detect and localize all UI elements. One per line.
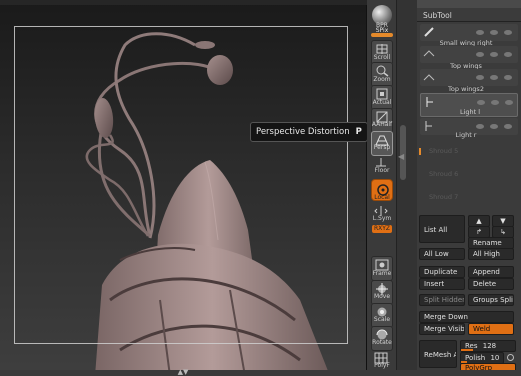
expand-tray-icon[interactable]: ▲▼: [170, 368, 196, 376]
bottom-tray: [0, 370, 521, 376]
subtool-row-3[interactable]: [420, 69, 518, 86]
remesh-all-button[interactable]: ReMesh All: [419, 340, 457, 368]
aahalf-label: AAHalf: [371, 121, 393, 128]
res-fill: [461, 349, 473, 351]
all-low-button[interactable]: All Low: [419, 248, 465, 260]
spix-slider[interactable]: [371, 33, 393, 37]
tooltip-shortcut: P: [355, 127, 362, 137]
eye-icon[interactable]: [504, 52, 512, 57]
rotate-label: Rotate: [372, 339, 392, 346]
list-all-button[interactable]: List All: [419, 215, 465, 243]
polish-toggle-icon[interactable]: [507, 354, 514, 361]
visibility-icon[interactable]: [476, 52, 484, 57]
zoom-button[interactable]: [371, 62, 393, 87]
arrow-down-icon: ▼: [500, 217, 506, 225]
subtool-thumb-icon: [423, 50, 435, 57]
subtool-name-4: Light l: [459, 108, 481, 116]
scroll-label: Scroll: [373, 54, 391, 61]
merge-down-button[interactable]: Merge Down: [419, 311, 514, 323]
subtool-empty-slot: Shroud 5: [429, 147, 459, 155]
arrow-corner-icon: ↱: [476, 228, 482, 236]
polypaint-icon[interactable]: [490, 30, 498, 35]
scale-label: Scale: [373, 316, 391, 323]
eye-icon[interactable]: [504, 124, 512, 129]
arrow-corner-icon: ↳: [500, 228, 506, 236]
collapse-arrow-icon[interactable]: ◀: [398, 152, 404, 161]
insert-button[interactable]: Insert: [419, 278, 465, 290]
xyz-button[interactable]: RXYZ: [372, 225, 392, 233]
subtool-panel: SubTool Small wing right Top wings Top w…: [417, 0, 521, 372]
floor-label: Floor: [374, 167, 390, 174]
polish-label: Polish: [465, 354, 486, 362]
polypaint-icon[interactable]: [491, 100, 499, 105]
subtool-row-2[interactable]: [420, 46, 518, 63]
frame-label: Frame: [372, 270, 392, 277]
delete-button[interactable]: Delete: [468, 278, 514, 290]
subtool-thumb-icon: [426, 97, 433, 107]
zoom-label: Zoom: [373, 76, 391, 83]
subtool-empty-slot: Shroud 7: [429, 193, 459, 201]
visibility-icon[interactable]: [476, 124, 484, 129]
split-hidden-button[interactable]: Split Hidden: [419, 294, 465, 306]
panel-scroll-gutter: [397, 0, 417, 370]
explorer-header: [417, 0, 521, 8]
subtool-name-3: Top wings2: [448, 85, 484, 93]
actual-button[interactable]: [371, 85, 393, 110]
eye-icon[interactable]: [504, 75, 512, 80]
polypaint-icon[interactable]: [490, 124, 498, 129]
eye-icon[interactable]: [505, 100, 513, 105]
visibility-icon[interactable]: [476, 75, 484, 80]
eye-icon[interactable]: [504, 30, 512, 35]
subtool-title[interactable]: SubTool: [423, 11, 452, 20]
title-divider: [417, 21, 521, 22]
tooltip: Perspective Distortion P: [250, 122, 368, 142]
right-shelf: BPR SPix Scroll Zoom Actual AAHalf Persp…: [367, 0, 397, 370]
res-slider[interactable]: Res 128: [460, 340, 516, 352]
subtool-empty-slot: Shroud 6: [429, 170, 459, 178]
res-value: 128: [482, 342, 497, 350]
polypaint-icon[interactable]: [490, 75, 498, 80]
all-high-button[interactable]: All High: [468, 248, 514, 260]
subtool-thumb-icon: [424, 27, 434, 37]
actual-label: Actual: [372, 99, 392, 106]
canvas-viewport[interactable]: Perspective Distortion P: [0, 0, 368, 370]
move-label: Move: [373, 293, 391, 300]
arrow-up-icon: ▲: [476, 217, 482, 225]
visibility-icon[interactable]: [477, 100, 485, 105]
groups-split-button[interactable]: Groups Split: [468, 294, 514, 306]
duplicate-button[interactable]: Duplicate: [419, 266, 465, 278]
append-button[interactable]: Append: [468, 266, 514, 278]
visibility-icon[interactable]: [476, 30, 484, 35]
subtool-thumb-icon: [423, 74, 435, 81]
subtool-name-5: Light r: [455, 131, 477, 139]
polish-value: 10: [490, 354, 500, 362]
polyf-label: PolyF: [374, 362, 390, 369]
zbrush-window: Perspective Distortion P BPR SPix Scroll …: [0, 0, 521, 376]
merge-visible-button[interactable]: Merge Visible: [419, 323, 465, 335]
persp-label: Persp: [373, 144, 391, 151]
tooltip-label: Perspective Distortion: [256, 127, 350, 137]
local-label: Local: [374, 194, 390, 201]
polypaint-icon[interactable]: [490, 52, 498, 57]
subtool-row-4-selected[interactable]: Light l: [420, 93, 518, 117]
document-frame: [14, 26, 348, 344]
frame-button[interactable]: [371, 256, 393, 281]
list-position-marker: [419, 148, 421, 155]
weld-toggle[interactable]: Weld: [468, 323, 514, 335]
lsym-label: L.Sym: [372, 215, 392, 222]
